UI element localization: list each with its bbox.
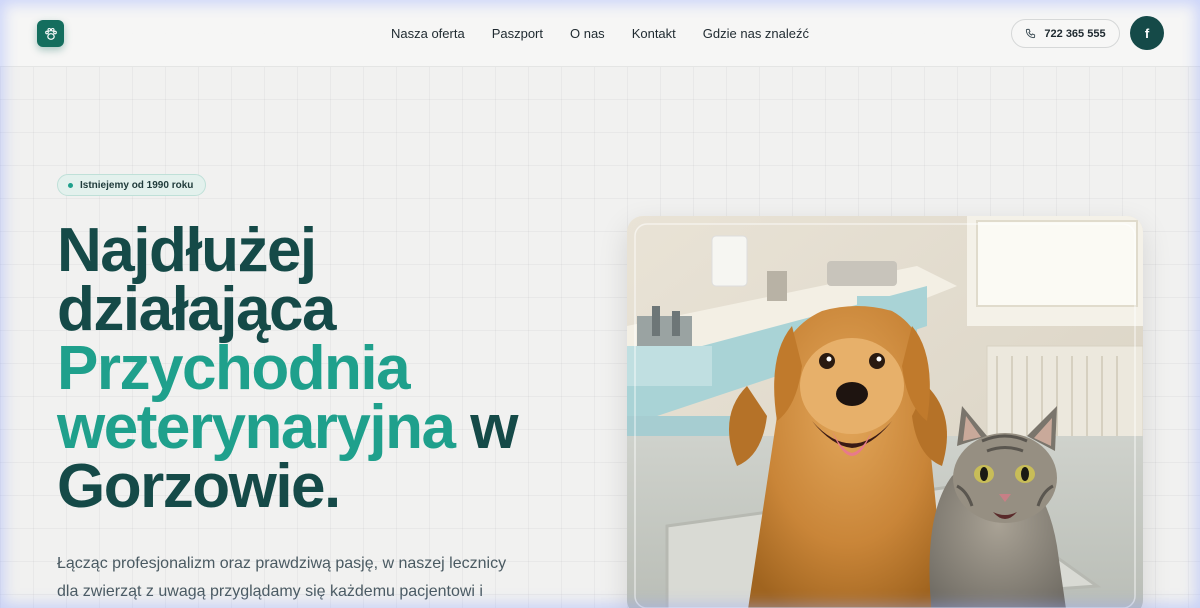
hero-title-part1: Najdłużej działająca <box>57 216 336 344</box>
badge-label: Istniejemy od 1990 roku <box>80 179 194 191</box>
founded-badge: Istniejemy od 1990 roku <box>57 174 207 196</box>
hero-image-dog-and-cat <box>627 216 1143 608</box>
facebook-button[interactable]: f <box>1130 16 1164 50</box>
facebook-icon: f <box>1144 25 1150 41</box>
phone-icon <box>1026 28 1036 39</box>
badge-dot <box>68 183 73 188</box>
paw-icon <box>44 27 57 40</box>
nav-item-lokalizacja[interactable]: Gdzie nas znaleźć <box>703 26 809 41</box>
nav-item-o-nas[interactable]: O nas <box>570 26 605 41</box>
phone-number: 722 365 555 <box>1044 27 1106 40</box>
nav-item-kontakt[interactable]: Kontakt <box>632 26 676 41</box>
site-header: Nasza oferta Paszport O nas Kontakt Gdzi… <box>0 0 1200 67</box>
hero-title: Najdłużej działająca Przychodnia weteryn… <box>57 220 577 518</box>
logo[interactable] <box>37 20 64 47</box>
nav-item-paszport[interactable]: Paszport <box>492 26 543 41</box>
hero-title-accent: Przychodnia weterynaryjna <box>57 334 456 462</box>
phone-button[interactable]: 722 365 555 <box>1011 19 1120 48</box>
hero-lead: Łącząc profesjonalizm oraz prawdziwą pas… <box>57 555 507 600</box>
nav-item-oferta[interactable]: Nasza oferta <box>391 26 465 41</box>
